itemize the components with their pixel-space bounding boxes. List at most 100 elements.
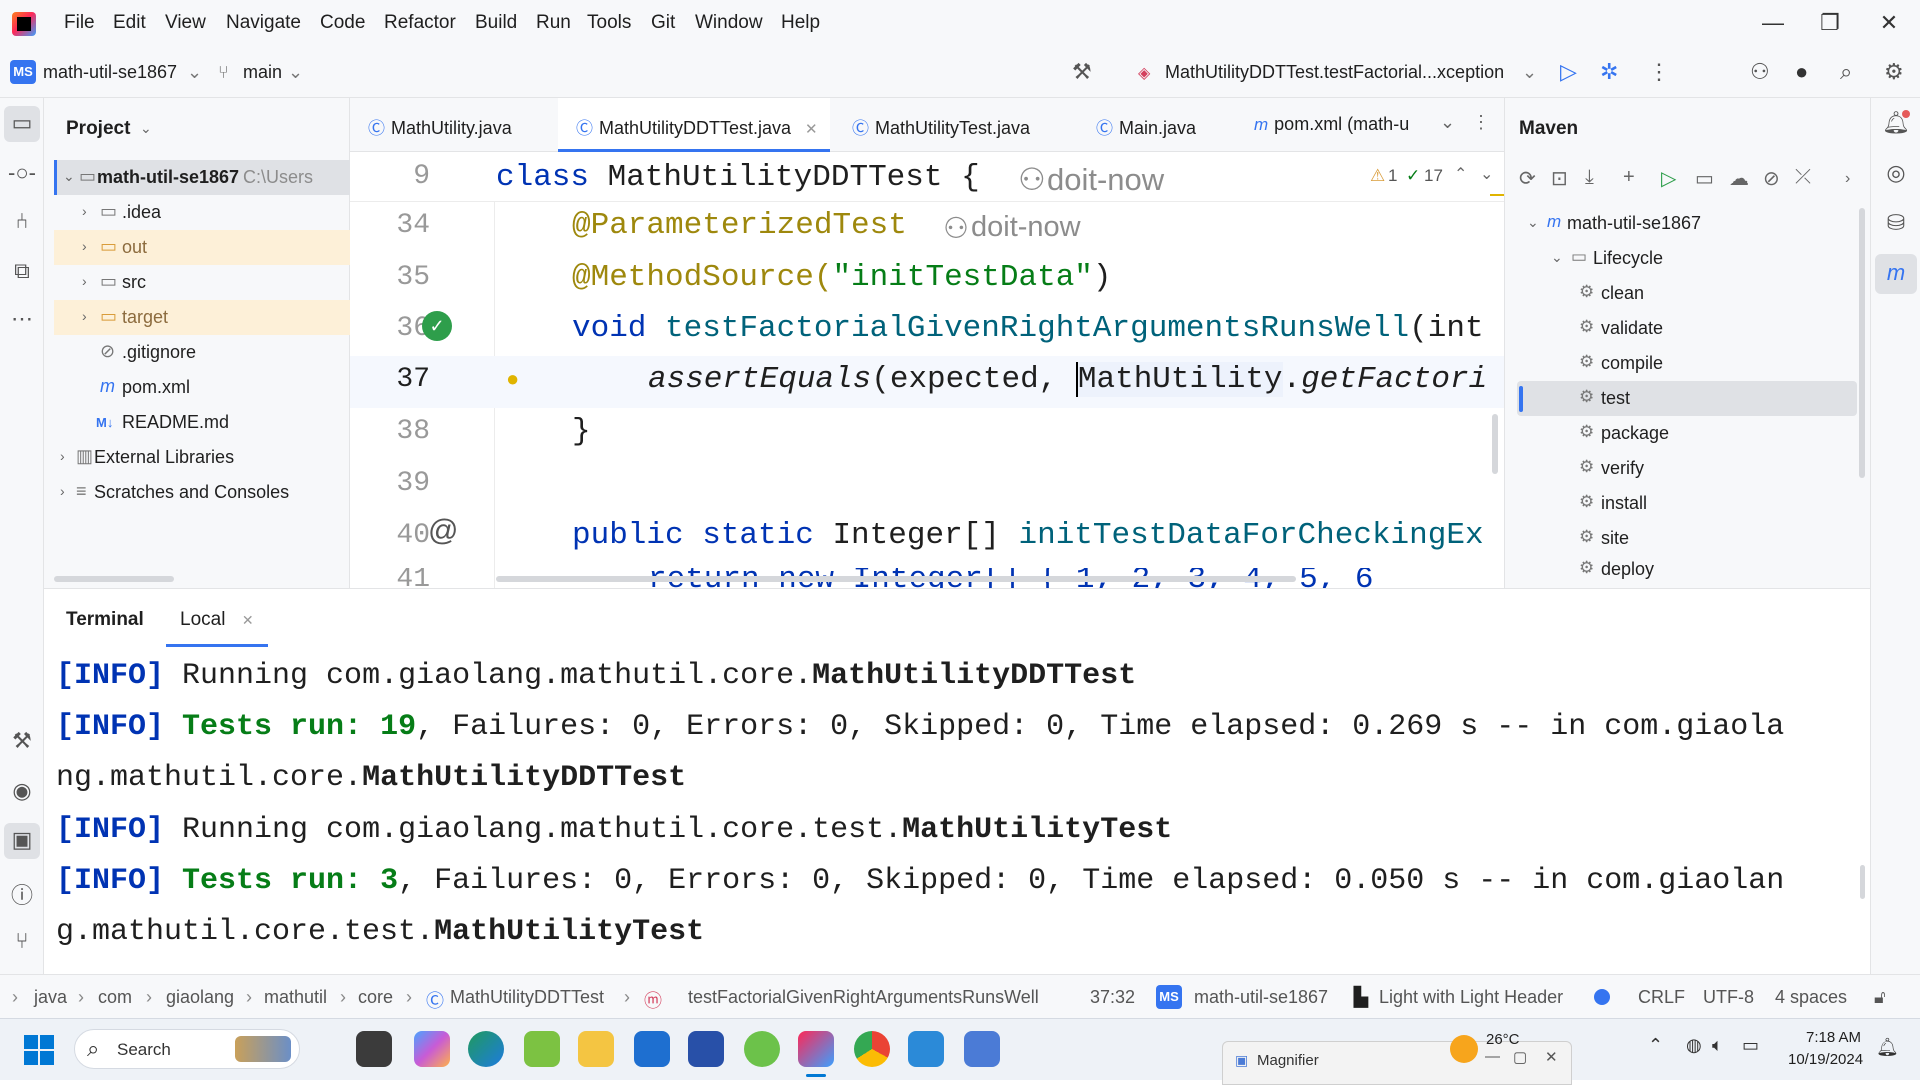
weather-sun-icon[interactable] — [1450, 1035, 1478, 1063]
tab-mathutilityddttest[interactable]: Ⓒ MathUtilityDDTTest.java ✕ — [558, 98, 830, 152]
chevron-right-icon[interactable]: › — [82, 238, 87, 254]
intellij-taskbar-icon[interactable] — [798, 1031, 834, 1067]
restore-icon[interactable]: ▢ — [1513, 1048, 1527, 1066]
maven-phase-install[interactable]: ⚙ install — [1517, 486, 1857, 521]
read-only-toggle-icon[interactable]: 🔓︎ — [1874, 987, 1886, 1008]
theme-color-dot[interactable] — [1594, 989, 1610, 1005]
chevron-right-icon[interactable]: › — [82, 308, 87, 324]
menu-view[interactable]: View — [165, 12, 206, 34]
commit-icon[interactable]: -○- — [0, 160, 44, 186]
tree-item-idea[interactable]: › ▭ .idea — [54, 195, 350, 230]
run-icon[interactable]: ▷ — [1560, 59, 1577, 85]
chevron-up-icon[interactable]: ⌃ — [1454, 164, 1467, 184]
menu-file[interactable]: File — [64, 12, 95, 34]
green-app-icon[interactable] — [744, 1031, 780, 1067]
offline-mode-icon[interactable]: ☁ — [1729, 166, 1749, 191]
ai-assistant-icon[interactable]: ◎ — [1871, 160, 1920, 186]
notepad-icon[interactable] — [908, 1031, 944, 1067]
chevron-right-icon[interactable]: › — [82, 203, 87, 219]
maven-icon[interactable]: m — [1875, 254, 1917, 294]
error-stripe-marker[interactable] — [1490, 194, 1504, 196]
caret-position[interactable]: 37:32 — [1090, 987, 1135, 1008]
file-explorer-icon[interactable] — [578, 1031, 614, 1067]
menu-refactor[interactable]: Refactor — [384, 12, 456, 34]
terminal-tab-local[interactable]: Local ✕ — [166, 599, 268, 647]
tab-main[interactable]: Ⓒ Main.java — [1096, 98, 1196, 152]
code-line-40[interactable]: public static Integer[] initTestDataForC… — [572, 518, 1484, 553]
maven-lifecycle-node[interactable]: ⌄ ▭ Lifecycle — [1517, 241, 1857, 276]
intention-bulb-icon[interactable]: ● — [506, 366, 519, 392]
menu-run[interactable]: Run — [536, 12, 571, 34]
problems-icon[interactable]: ⓘ — [0, 878, 44, 910]
more-options-icon[interactable]: ⋮ — [1648, 59, 1670, 85]
tree-item-out[interactable]: › ▭ out — [54, 230, 350, 265]
menu-edit[interactable]: Edit — [113, 12, 146, 34]
build-icon[interactable]: ⚒ — [0, 728, 44, 754]
notifications-bell-icon[interactable]: 🔔︎ — [1871, 110, 1920, 136]
minimize-icon[interactable]: — — [1485, 1048, 1500, 1065]
maven-project-node[interactable]: ⌄ m math-util-se1867 — [1517, 206, 1857, 241]
chevron-down-icon[interactable]: ⌄ — [1551, 249, 1563, 266]
reload-icon[interactable]: ⟳ — [1519, 166, 1536, 191]
breadcrumb-class[interactable]: MathUtilityDDTTest — [450, 987, 604, 1008]
tab-list-chevron-icon[interactable]: ⌄ — [1440, 112, 1455, 133]
branch-selector[interactable]: main — [243, 62, 282, 83]
code-line-36[interactable]: void testFactorialGivenRightArgumentsRun… — [572, 311, 1484, 346]
tree-item-external-libraries[interactable]: › ▥ External Libraries — [54, 440, 350, 475]
vertical-scrollbar[interactable] — [1859, 208, 1865, 478]
chevron-down-icon[interactable]: ⌄ — [288, 62, 303, 83]
line-separator[interactable]: CRLF — [1638, 987, 1685, 1008]
chevron-down-icon[interactable]: ⌄ — [1527, 214, 1539, 231]
menu-build[interactable]: Build — [475, 12, 517, 34]
file-encoding[interactable]: UTF-8 — [1703, 987, 1754, 1008]
vertical-scrollbar[interactable] — [1860, 865, 1865, 899]
code-line-38[interactable]: } — [572, 414, 591, 449]
tab-more-icon[interactable]: ⋮ — [1472, 112, 1490, 133]
menu-help[interactable]: Help — [781, 12, 820, 34]
run-icon[interactable]: ▷ — [1661, 166, 1676, 191]
collapse-icon[interactable]: ⤫ — [1795, 166, 1811, 189]
debug-icon[interactable]: ✲ — [1600, 59, 1618, 85]
chevron-right-icon[interactable]: › — [1845, 170, 1850, 188]
tree-item-gitignore[interactable]: ⊘ .gitignore — [54, 335, 350, 370]
maven-phase-package[interactable]: ⚙ package — [1517, 416, 1857, 451]
restore-icon[interactable]: ❐ — [1815, 10, 1845, 36]
horizontal-scrollbar[interactable] — [496, 576, 1296, 582]
battery-icon[interactable]: ▭ — [1742, 1035, 1759, 1056]
chevron-right-icon[interactable]: › — [82, 273, 87, 289]
execute-goal-icon[interactable]: ▭ — [1695, 166, 1714, 191]
chevron-down-icon[interactable]: ⌄ — [187, 62, 202, 83]
maven-phase-deploy[interactable]: ⚙ deploy — [1517, 552, 1857, 588]
menu-code[interactable]: Code — [320, 12, 365, 34]
intellij-logo-icon[interactable] — [12, 12, 36, 36]
chevron-down-icon[interactable]: ⌄ — [140, 120, 152, 137]
menu-navigate[interactable]: Navigate — [226, 12, 301, 34]
breadcrumb-giaolang[interactable]: giaolang — [166, 987, 234, 1008]
menu-window[interactable]: Window — [695, 12, 763, 34]
author-hint[interactable]: doit-now — [1047, 162, 1164, 198]
clock-time[interactable]: 7:18 AM — [1806, 1029, 1861, 1046]
vertical-scrollbar[interactable] — [1492, 414, 1498, 474]
close-icon[interactable]: ✕ — [1874, 10, 1904, 36]
chevron-down-icon[interactable]: ⌄ — [1522, 62, 1537, 83]
tab-mathutility[interactable]: Ⓒ MathUtility.java — [368, 98, 512, 152]
clock-date[interactable]: 10/19/2024 — [1788, 1051, 1863, 1068]
maven-phase-site[interactable]: ⚙ site — [1517, 521, 1857, 556]
warning-icon[interactable]: ⚠ — [1370, 166, 1385, 186]
check-icon[interactable]: ✓ — [1406, 166, 1420, 186]
notification-center-icon[interactable]: 🔔︎ — [1876, 1037, 1899, 1058]
menu-git[interactable]: Git — [651, 12, 675, 34]
chevron-right-icon[interactable]: › — [60, 483, 65, 499]
structure-icon[interactable]: ⧉ — [0, 258, 44, 284]
tree-root-project[interactable]: ⌄ ▭ math-util-se1867 C:\Users — [54, 160, 350, 195]
snipping-tool-icon[interactable] — [524, 1031, 560, 1067]
tab-mathutilitytest[interactable]: Ⓒ MathUtilityTest.java — [852, 98, 1030, 152]
settings-gear-icon[interactable]: ⚙ — [1884, 59, 1904, 85]
close-tab-icon[interactable]: ✕ — [242, 612, 254, 628]
indent-setting[interactable]: 4 spaces — [1775, 987, 1847, 1008]
code-line-34[interactable]: @ParameterizedTest — [572, 208, 907, 243]
chevron-down-icon[interactable]: ⌄ — [63, 168, 75, 185]
terminal-icon[interactable]: ▣ — [4, 823, 40, 859]
tree-item-scratches[interactable]: › ≡ Scratches and Consoles — [54, 475, 350, 510]
tab-pom[interactable]: m pom.xml (math-u — [1254, 98, 1409, 152]
